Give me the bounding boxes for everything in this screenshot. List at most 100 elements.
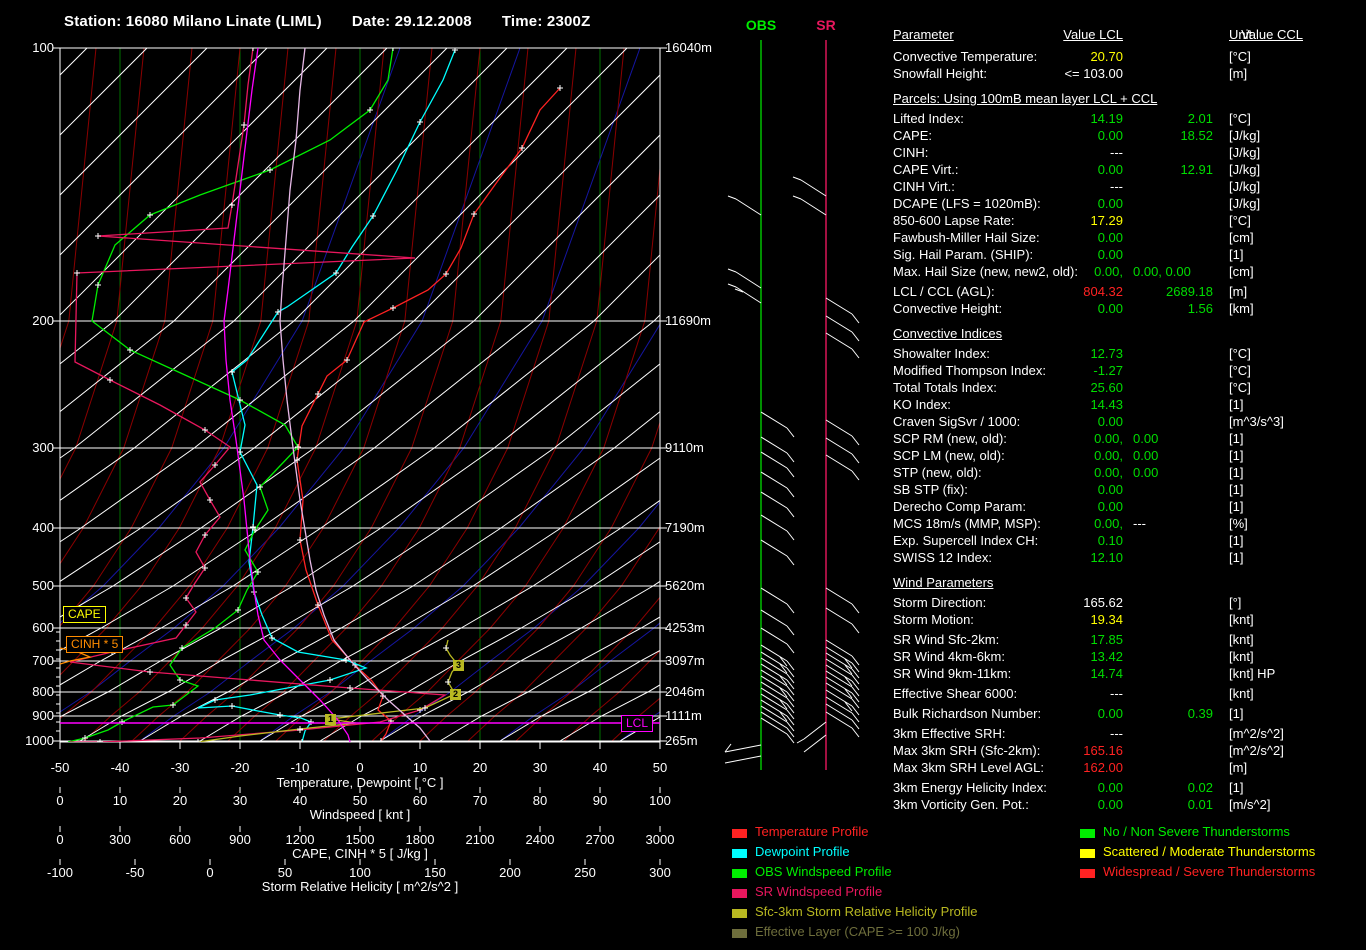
param-unit: [1] — [1229, 550, 1243, 566]
param-unit: [J/kg] — [1229, 179, 1260, 195]
section-title: Parcels: Using 100mB mean layer LCL + CC… — [893, 91, 1366, 108]
param-unit: [°C] — [1229, 363, 1251, 379]
param-value-ccl: 0.00 — [1133, 465, 1158, 481]
height-axis-label: 265m — [665, 734, 698, 748]
param-row: Total Totals Index:25.60[°C] — [893, 380, 1366, 397]
param-value-ccl: 0.39 — [893, 706, 1213, 722]
param-value-lcl: 0.00, — [893, 264, 1123, 280]
param-unit: [1] — [1229, 706, 1243, 722]
height-axis-label: 9110m — [665, 441, 704, 455]
param-unit: [1] — [1229, 247, 1243, 263]
param-row: Storm Direction:165.62[°] — [893, 595, 1366, 612]
section-title: Wind Parameters — [893, 575, 1366, 592]
windspeed-axis-tick-label: 10 — [92, 794, 148, 808]
param-unit: [1] — [1229, 448, 1243, 464]
param-value-ccl: 1.56 — [893, 301, 1213, 317]
param-unit: [knt] — [1229, 649, 1254, 665]
param-unit: [cm] — [1229, 264, 1254, 280]
param-row: SR Wind 9km-11km:14.74[knt] HP — [893, 666, 1366, 683]
pressure-axis-label: 400 — [12, 521, 54, 535]
param-unit: [m^2/s^2] — [1229, 726, 1284, 742]
param-value-ccl: 2689.18 — [893, 284, 1213, 300]
param-row: MCS 18m/s (MMP, MSP):0.00,---[%] — [893, 516, 1366, 533]
legend-swatch-icon — [1080, 829, 1095, 838]
pressure-axis-label: 700 — [12, 654, 54, 668]
temperature-axis-tick-label: 0 — [332, 761, 388, 775]
param-unit: [°] — [1229, 595, 1241, 611]
param-unit: [m] — [1229, 66, 1247, 82]
param-value-lcl: --- — [893, 145, 1123, 161]
param-value-ccl: 12.91 — [893, 162, 1213, 178]
param-unit: [1] — [1229, 431, 1243, 447]
pressure-axis-label: 200 — [12, 314, 54, 328]
legend-item: Sfc-3km Storm Relative Helicity Profile — [732, 904, 978, 924]
height-axis-label: 2046m — [665, 685, 705, 699]
param-unit: [J/kg] — [1229, 128, 1260, 144]
param-value-lcl: 12.10 — [893, 550, 1123, 566]
windspeed-axis-tick-label: 100 — [632, 794, 688, 808]
param-unit: [°C] — [1229, 49, 1251, 65]
pressure-axis-label: 900 — [12, 709, 54, 723]
param-unit: [°C] — [1229, 213, 1251, 229]
cinh-box-label: CINH * 5 — [66, 636, 123, 653]
temperature-axis-title: Temperature, Dewpoint [ °C ] — [60, 776, 660, 790]
srh-axis-tick-label: -50 — [107, 866, 163, 880]
param-row: Max. Hail Size (new, new2, old):0.00,0.0… — [893, 264, 1366, 281]
param-unit: [1] — [1229, 482, 1243, 498]
temperature-axis-tick-label: -40 — [92, 761, 148, 775]
windspeed-axis-tick-label: 90 — [572, 794, 628, 808]
height-axis-label: 16040m — [665, 41, 712, 55]
param-value-ccl: 0.02 — [893, 780, 1213, 796]
temperature-axis-tick-label: 20 — [452, 761, 508, 775]
param-unit: [knt] — [1229, 686, 1254, 702]
param-value-lcl: 0.00 — [893, 414, 1123, 430]
cape-axis-tick-label: 3000 — [632, 833, 688, 847]
windspeed-axis-tick-label: 40 — [272, 794, 328, 808]
param-unit: [knt] HP — [1229, 666, 1275, 682]
height-axis-label: 5620m — [665, 579, 705, 593]
param-value-lcl: 0.00, — [893, 516, 1123, 532]
param-value-ccl: 2.01 — [893, 111, 1213, 127]
legend-label: Effective Layer (CAPE >= 100 J/kg) — [755, 924, 960, 939]
param-row: CAPE:0.0018.52[J/kg] — [893, 128, 1366, 145]
legend-swatch-icon — [732, 829, 747, 838]
srh-km-marker: 1 — [325, 714, 336, 725]
param-row: Exp. Supercell Index CH:0.10[1] — [893, 533, 1366, 550]
param-row: Convective Height:0.001.56[km] — [893, 301, 1366, 318]
param-value-lcl: --- — [893, 686, 1123, 702]
param-value-lcl: 0.00 — [893, 247, 1123, 263]
srh-axis-title: Storm Relative Helicity [ m^2/s^2 ] — [60, 880, 660, 894]
param-value-lcl: 0.00 — [893, 230, 1123, 246]
legend-item: Effective Layer (CAPE >= 100 J/kg) — [732, 924, 960, 944]
param-unit: [m] — [1229, 760, 1247, 776]
param-value-lcl: --- — [893, 726, 1123, 742]
srh-axis-tick-label: -100 — [32, 866, 88, 880]
legend-item: Temperature Profile — [732, 824, 868, 844]
param-row: Convective Temperature:20.70[°C] — [893, 49, 1366, 66]
height-axis-label: 7190m — [665, 521, 705, 535]
param-value-lcl: <= 103.00 — [893, 66, 1123, 82]
legend-label: Sfc-3km Storm Relative Helicity Profile — [755, 904, 978, 919]
pressure-axis-label: 800 — [12, 685, 54, 699]
param-row: 3km Energy Helicity Index:0.000.02[1] — [893, 780, 1366, 797]
param-unit: [km] — [1229, 301, 1254, 317]
legend-swatch-icon — [732, 889, 747, 898]
param-value-lcl: 0.00, — [893, 465, 1123, 481]
param-row: KO Index:14.43[1] — [893, 397, 1366, 414]
windspeed-axis-tick-label: 60 — [392, 794, 448, 808]
param-row: Max 3km SRH Level AGL:162.00[m] — [893, 760, 1366, 777]
param-row: Sig. Hail Param. (SHIP):0.00[1] — [893, 247, 1366, 264]
temperature-axis-tick-label: -50 — [32, 761, 88, 775]
height-axis-label: 11690m — [665, 314, 711, 328]
param-row: SB STP (fix):0.00[1] — [893, 482, 1366, 499]
srh-axis-tick-label: 300 — [632, 866, 688, 880]
param-unit: [1] — [1229, 499, 1243, 515]
param-value-ccl: 0.00 — [1133, 448, 1158, 464]
param-row: DCAPE (LFS = 1020mB):0.00[J/kg] — [893, 196, 1366, 213]
param-unit: [°C] — [1229, 111, 1251, 127]
param-unit: [J/kg] — [1229, 145, 1260, 161]
srh-axis-tick-label: 0 — [182, 866, 238, 880]
pressure-axis-label: 100 — [12, 41, 54, 55]
param-value-lcl: 13.42 — [893, 649, 1123, 665]
windspeed-axis-tick-label: 20 — [152, 794, 208, 808]
